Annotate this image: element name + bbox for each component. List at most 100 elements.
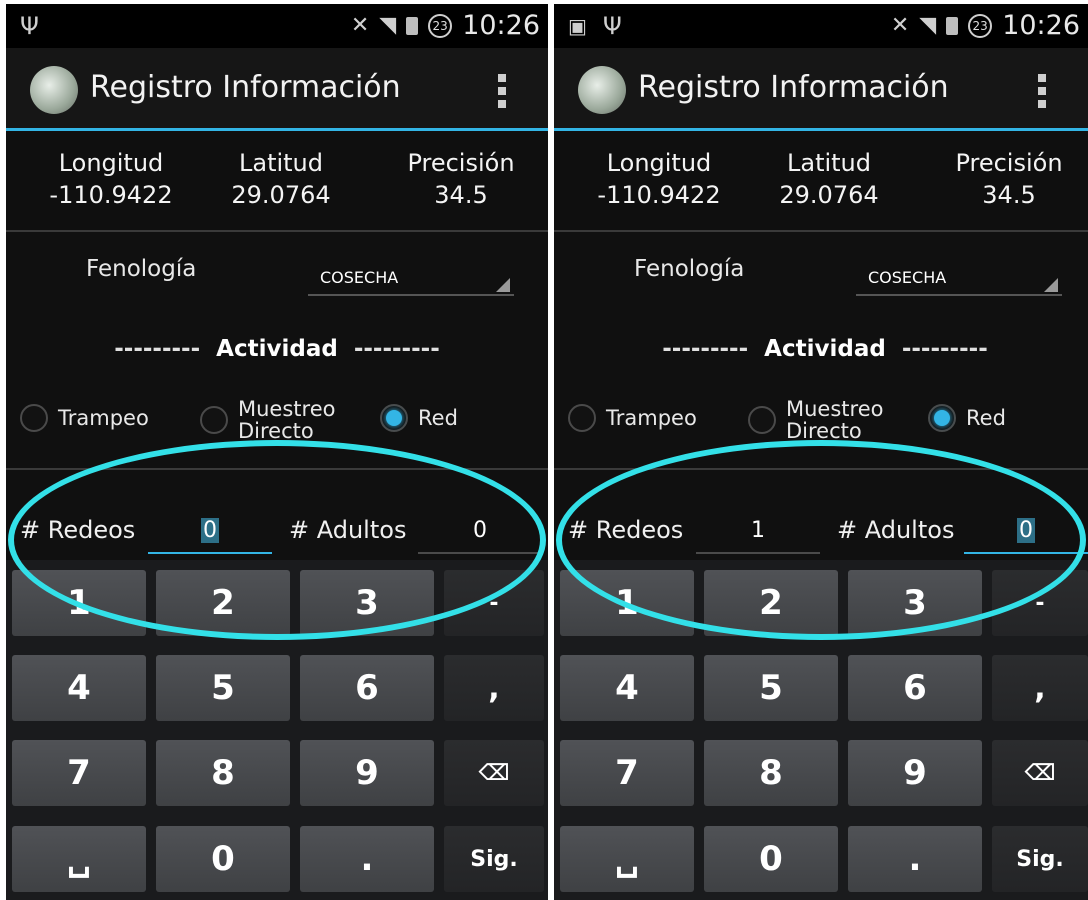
- latitud-label: Latitud: [238, 149, 323, 177]
- key-comma[interactable]: ,: [444, 655, 544, 721]
- sim-icon: [406, 16, 419, 35]
- radio-circle-selected[interactable]: [928, 404, 956, 432]
- highlight-ring: [556, 440, 1086, 640]
- latitud-label: Latitud: [786, 149, 871, 177]
- dash-right: ---------: [353, 336, 440, 362]
- radio-red[interactable]: Red: [380, 404, 458, 432]
- longitud-block: Longitud -110.9422: [36, 149, 186, 209]
- key-8[interactable]: 8: [704, 740, 838, 806]
- precision-label: Precisión: [407, 149, 515, 177]
- radio-trampeo-label: Trampeo: [606, 406, 697, 430]
- radio-red-label: Red: [418, 406, 458, 430]
- key-9[interactable]: 9: [300, 740, 434, 806]
- usb-icon: Ψ: [602, 12, 622, 40]
- key-6[interactable]: 6: [848, 655, 982, 721]
- longitud-value: -110.9422: [49, 181, 173, 209]
- notification-badge: 23: [428, 13, 453, 38]
- action-bar: Registro Información: [554, 48, 1088, 128]
- radio-red[interactable]: Red: [928, 404, 1006, 432]
- fenologia-value: COSECHA: [868, 268, 947, 287]
- dash-right: ---------: [901, 336, 988, 362]
- notification-badge: 23: [968, 13, 993, 38]
- key-9[interactable]: 9: [848, 740, 982, 806]
- radio-muestreo-directo[interactable]: Muestreo Directo: [200, 398, 335, 442]
- precision-block: Precisión 34.5: [934, 149, 1084, 209]
- key-space[interactable]: ␣: [12, 826, 146, 892]
- radio-trampeo[interactable]: Trampeo: [568, 404, 697, 432]
- radio-circle[interactable]: [200, 406, 228, 434]
- app-logo-icon: [30, 66, 78, 114]
- fenologia-spinner[interactable]: COSECHA: [308, 262, 514, 296]
- status-bar: ▣ Ψ ✕ ◥ 23 10:26: [554, 4, 1088, 48]
- backspace-icon[interactable]: ⌫: [992, 740, 1088, 806]
- key-dot[interactable]: .: [300, 826, 434, 892]
- latitud-value: 29.0764: [231, 181, 331, 209]
- clock: 10:26: [1002, 10, 1080, 41]
- coordinates-panel: Longitud -110.9422 Latitud 29.0764 Preci…: [6, 131, 548, 231]
- radio-circle[interactable]: [568, 404, 596, 432]
- overflow-menu-icon[interactable]: [1038, 74, 1048, 108]
- precision-block: Precisión 34.5: [386, 149, 536, 209]
- longitud-label: Longitud: [58, 149, 164, 177]
- actividad-label: Actividad: [216, 336, 338, 362]
- spinner-arrow-icon: [496, 278, 510, 292]
- key-7[interactable]: 7: [560, 740, 694, 806]
- precision-value: 34.5: [982, 181, 1036, 209]
- fenologia-spinner[interactable]: COSECHA: [856, 262, 1062, 296]
- actividad-label: Actividad: [764, 336, 886, 362]
- key-8[interactable]: 8: [156, 740, 290, 806]
- radio-red-label: Red: [966, 406, 1006, 430]
- dash-left: ---------: [662, 336, 749, 362]
- image-icon: ▣: [568, 14, 587, 38]
- app-logo-icon: [578, 66, 626, 114]
- highlight-ring: [8, 440, 546, 640]
- key-4[interactable]: 4: [12, 655, 146, 721]
- key-next[interactable]: Sig.: [992, 826, 1088, 892]
- longitud-label: Longitud: [606, 149, 712, 177]
- radio-muestreo-label: Muestreo Directo: [786, 398, 883, 442]
- precision-value: 34.5: [434, 181, 488, 209]
- latitud-value: 29.0764: [779, 181, 879, 209]
- radio-circle[interactable]: [20, 404, 48, 432]
- backspace-icon[interactable]: ⌫: [444, 740, 544, 806]
- radio-muestreo-directo[interactable]: Muestreo Directo: [748, 398, 883, 442]
- precision-label: Precisión: [955, 149, 1063, 177]
- key-7[interactable]: 7: [12, 740, 146, 806]
- usb-icon: Ψ: [20, 12, 39, 40]
- key-dot[interactable]: .: [848, 826, 982, 892]
- key-4[interactable]: 4: [560, 655, 694, 721]
- key-6[interactable]: 6: [300, 655, 434, 721]
- key-0[interactable]: 0: [156, 826, 290, 892]
- muestreo-line1: Muestreo: [238, 397, 336, 421]
- divider: [6, 230, 548, 232]
- key-comma[interactable]: ,: [992, 655, 1088, 721]
- phone-screen-left: Ψ ✕ ◥ 23 10:26 Registro Información Long…: [6, 4, 548, 900]
- overflow-menu-icon[interactable]: [498, 74, 508, 108]
- key-5[interactable]: 5: [156, 655, 290, 721]
- sim-icon: [946, 16, 959, 35]
- radio-trampeo[interactable]: Trampeo: [20, 404, 149, 432]
- key-0[interactable]: 0: [704, 826, 838, 892]
- mute-icon: ✕: [350, 13, 370, 38]
- longitud-block: Longitud -110.9422: [584, 149, 734, 209]
- screens-container: Ψ ✕ ◥ 23 10:26 Registro Información Long…: [0, 0, 1088, 900]
- muestreo-line1: Muestreo: [786, 397, 884, 421]
- action-bar: Registro Información: [6, 48, 548, 128]
- divider: [554, 230, 1088, 232]
- app-title: Registro Información: [638, 70, 949, 105]
- fenologia-label: Fenología: [86, 256, 197, 282]
- actividad-header: --------- Actividad ---------: [554, 336, 1088, 362]
- fenologia-value: COSECHA: [320, 268, 399, 287]
- dash-left: ---------: [114, 336, 201, 362]
- radio-circle[interactable]: [748, 406, 776, 434]
- phone-screen-right: ▣ Ψ ✕ ◥ 23 10:26 Registro Información Lo…: [554, 4, 1088, 900]
- latitud-block: Latitud 29.0764: [759, 149, 899, 209]
- key-space[interactable]: ␣: [560, 826, 694, 892]
- actividad-header: --------- Actividad ---------: [6, 336, 548, 362]
- mute-icon: ✕: [890, 13, 910, 38]
- wifi-icon: ◥: [379, 13, 397, 38]
- spinner-arrow-icon: [1044, 278, 1058, 292]
- key-next[interactable]: Sig.: [444, 826, 544, 892]
- radio-circle-selected[interactable]: [380, 404, 408, 432]
- key-5[interactable]: 5: [704, 655, 838, 721]
